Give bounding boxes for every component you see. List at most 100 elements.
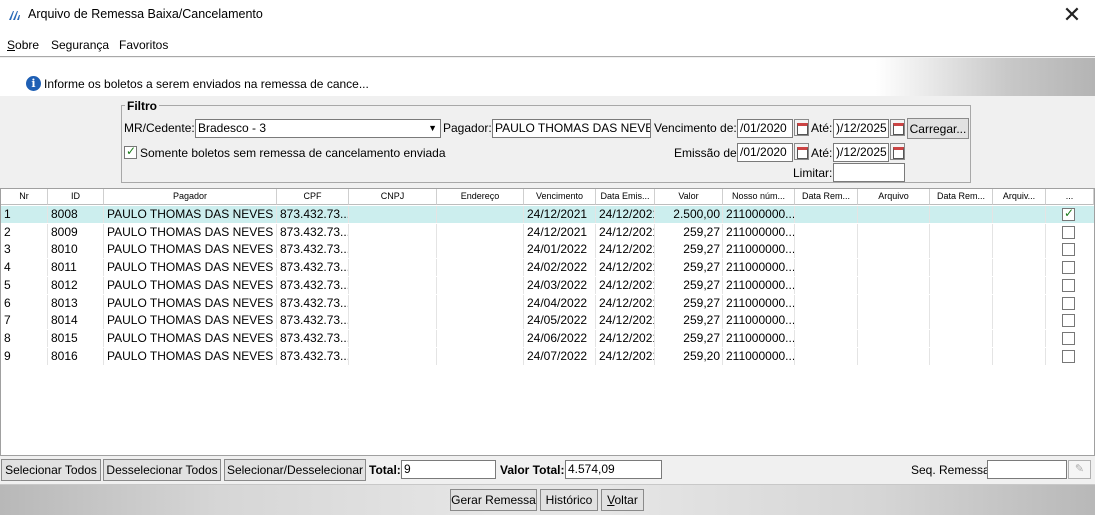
table-cell — [437, 259, 524, 277]
calendar-icon[interactable] — [794, 143, 809, 160]
cedente-select[interactable]: Bradesco - 3 ▼ — [195, 119, 441, 138]
table-cell — [795, 259, 858, 277]
somente-label: Somente boletos sem remessa de cancelame… — [140, 146, 446, 160]
menu-sobre[interactable]: Sobre — [7, 38, 39, 52]
table-row[interactable]: 5 8012 PAULO THOMAS DAS NEVES 873.432.73...… — [1, 276, 1094, 294]
cedente-label: MR/Cedente: — [124, 121, 195, 135]
table-cell — [349, 347, 437, 365]
calendar-icon[interactable] — [890, 143, 905, 160]
vencimento-de-input[interactable]: /01/2020 — [737, 119, 793, 138]
table-cell: 24/12/2021 — [596, 329, 655, 347]
table-cell: 873.432.73... — [277, 206, 349, 223]
table-cell: 2 — [1, 223, 48, 241]
row-select-checkbox[interactable] — [1062, 349, 1075, 363]
emissao-ate-input[interactable]: )/12/2025 — [833, 143, 889, 162]
column-header[interactable]: Data Rem... — [930, 189, 993, 205]
table-cell — [795, 294, 858, 312]
carregar-button[interactable]: Carregar... — [907, 118, 969, 139]
table-cell — [349, 312, 437, 330]
table-row[interactable]: 3 8010 PAULO THOMAS DAS NEVES 873.432.73...… — [1, 241, 1094, 259]
calendar-icon[interactable] — [890, 119, 905, 136]
selecionar-todos-button[interactable]: Selecionar Todos — [1, 459, 101, 481]
menu-favoritos[interactable]: Favoritos — [119, 38, 168, 52]
voltar-button[interactable]: Voltar — [601, 489, 644, 511]
row-select-checkbox[interactable] — [1062, 331, 1075, 345]
column-header[interactable]: Nr — [1, 189, 48, 205]
limitar-input[interactable] — [833, 163, 905, 182]
close-icon[interactable]: ✕ — [1049, 0, 1095, 31]
table-row[interactable]: 7 8014 PAULO THOMAS DAS NEVES 873.432.73...… — [1, 312, 1094, 330]
seq-remessa-input[interactable] — [987, 460, 1067, 479]
table-cell — [858, 329, 930, 347]
table-cell: 4 — [1, 259, 48, 277]
somente-checkbox[interactable] — [124, 144, 137, 159]
table-cell — [993, 347, 1046, 365]
menu-seguranca[interactable]: Segurança — [51, 38, 109, 52]
table-cell: 211000000... — [723, 329, 795, 347]
table-cell — [930, 329, 993, 347]
table-cell — [858, 259, 930, 277]
table-cell: 8012 — [48, 276, 104, 294]
table-row[interactable]: 4 8011 PAULO THOMAS DAS NEVES 873.432.73...… — [1, 259, 1094, 277]
column-header[interactable]: Data Emis... — [596, 189, 655, 205]
column-header[interactable]: Valor — [655, 189, 723, 205]
row-select-checkbox[interactable] — [1062, 243, 1075, 257]
column-header[interactable]: Pagador — [104, 189, 277, 205]
emissao-de-input[interactable]: /01/2020 — [737, 143, 793, 162]
calendar-icon[interactable] — [794, 119, 809, 136]
table-cell — [930, 259, 993, 277]
table-cell: PAULO THOMAS DAS NEVES — [104, 312, 277, 330]
row-select-checkbox[interactable] — [1062, 206, 1075, 221]
table-cell: 24/12/2021 — [524, 223, 596, 241]
historico-button[interactable]: Histórico — [540, 489, 598, 511]
selecionar-desselecionar-button[interactable]: Selecionar/Desselecionar — [224, 459, 366, 481]
column-header[interactable]: Arquiv... — [993, 189, 1046, 205]
table-row[interactable]: 2 8009 PAULO THOMAS DAS NEVES 873.432.73...… — [1, 223, 1094, 241]
table-row[interactable]: 9 8016 PAULO THOMAS DAS NEVES 873.432.73...… — [1, 347, 1094, 365]
column-header[interactable]: Nosso núm... — [723, 189, 795, 205]
table-cell: PAULO THOMAS DAS NEVES — [104, 294, 277, 312]
column-header[interactable]: Endereço — [437, 189, 524, 205]
row-select-checkbox[interactable] — [1062, 296, 1075, 310]
table-cell: 9 — [1, 347, 48, 365]
row-select-checkbox[interactable] — [1062, 225, 1075, 239]
table-row[interactable]: 1 8008 PAULO THOMAS DAS NEVES 873.432.73...… — [1, 206, 1094, 223]
table-cell: 24/12/2021 — [596, 259, 655, 277]
table-cell: 259,27 — [655, 294, 723, 312]
column-header[interactable]: Data Rem... — [795, 189, 858, 205]
voltar-mnemonic: V — [607, 493, 615, 507]
gerar-remessa-button[interactable]: Gerar Remessa — [450, 489, 537, 511]
table-cell: 8011 — [48, 259, 104, 277]
emissao-label: Emissão de: — [674, 146, 741, 160]
table-row[interactable]: 6 8013 PAULO THOMAS DAS NEVES 873.432.73...… — [1, 294, 1094, 312]
column-header[interactable]: CPF — [277, 189, 349, 205]
table-cell: 873.432.73... — [277, 312, 349, 330]
vencimento-ate-label: Até: — [811, 121, 833, 135]
table-cell — [930, 241, 993, 259]
column-header[interactable]: ID — [48, 189, 104, 205]
table-cell — [437, 329, 524, 347]
table-cell: 8014 — [48, 312, 104, 330]
table-cell: 211000000... — [723, 294, 795, 312]
row-select-checkbox[interactable] — [1062, 261, 1075, 275]
pagador-input[interactable]: PAULO THOMAS DAS NEVES — [492, 119, 651, 138]
table-cell: PAULO THOMAS DAS NEVES — [104, 329, 277, 347]
table-cell: PAULO THOMAS DAS NEVES — [104, 276, 277, 294]
vencimento-ate-input[interactable]: )/12/2025 — [833, 119, 889, 138]
row-select-checkbox[interactable] — [1062, 278, 1075, 292]
desselecionar-todos-button[interactable]: Desselecionar Todos — [103, 459, 221, 481]
table-cell — [993, 276, 1046, 294]
cedente-value: Bradesco - 3 — [198, 121, 267, 135]
column-header[interactable]: Vencimento — [524, 189, 596, 205]
row-select-checkbox[interactable] — [1062, 314, 1075, 328]
column-header[interactable]: Arquivo — [858, 189, 930, 205]
table-row[interactable]: 8 8015 PAULO THOMAS DAS NEVES 873.432.73...… — [1, 329, 1094, 347]
window-title: Arquivo de Remessa Baixa/Cancelamento — [28, 7, 263, 21]
table-cell: 8008 — [48, 206, 104, 223]
column-header[interactable]: ... — [1046, 189, 1094, 205]
table-cell — [795, 241, 858, 259]
table-cell: 259,27 — [655, 276, 723, 294]
column-header[interactable]: CNPJ — [349, 189, 437, 205]
table-cell: 259,27 — [655, 259, 723, 277]
table-cell — [437, 294, 524, 312]
